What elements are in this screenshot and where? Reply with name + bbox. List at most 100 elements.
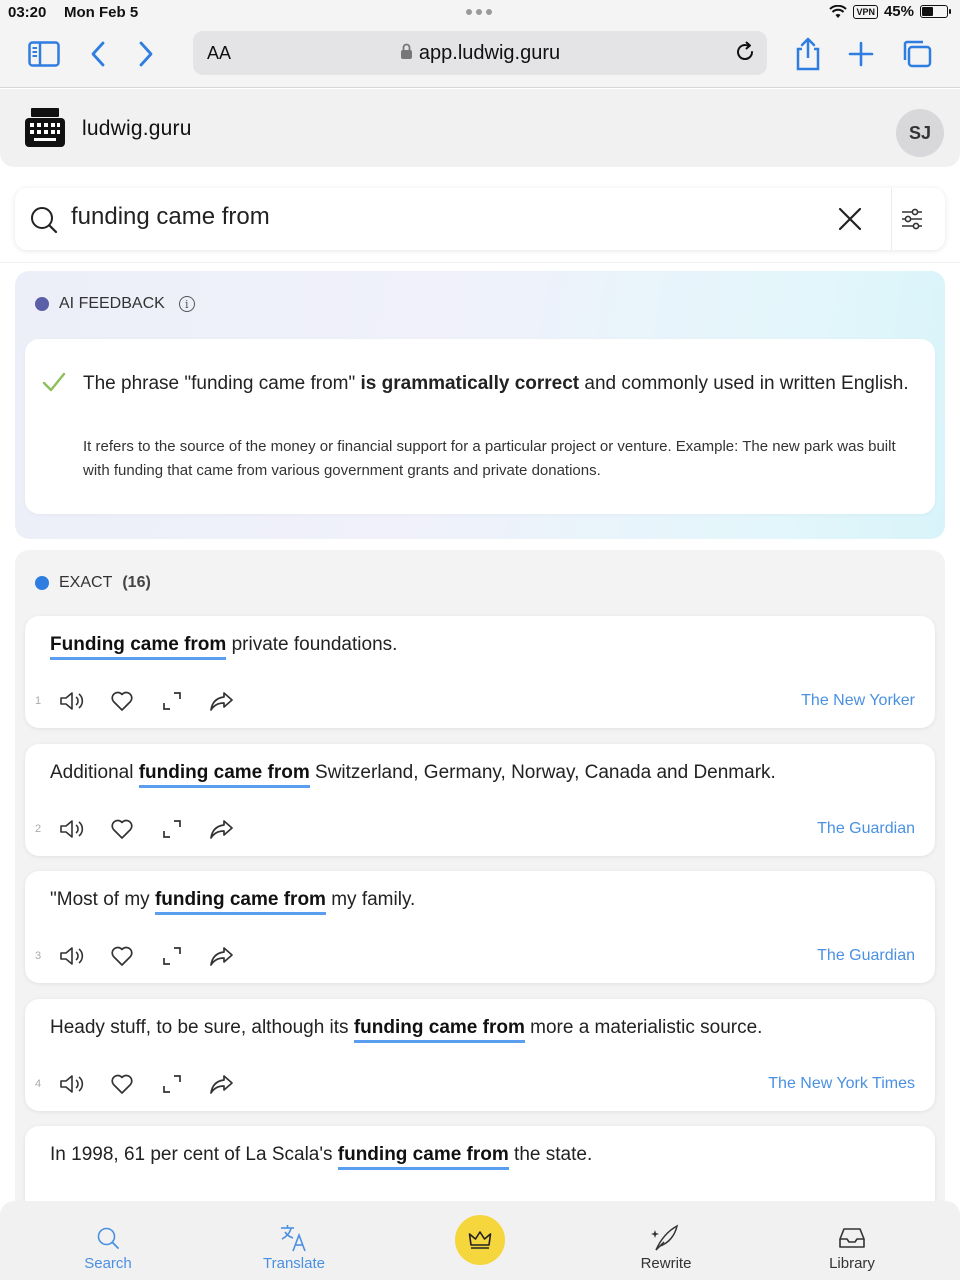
new-tab-icon[interactable] <box>841 36 881 72</box>
filter-sliders-icon[interactable] <box>899 206 925 237</box>
typewriter-logo-icon[interactable] <box>24 107 66 154</box>
multitasking-dots-icon[interactable] <box>466 9 492 15</box>
share-arrow-icon[interactable] <box>209 816 235 842</box>
sentence-match: funding came from <box>138 762 310 788</box>
share-icon[interactable] <box>788 36 828 72</box>
speaker-icon[interactable] <box>59 943 85 969</box>
ai-feedback-dot <box>35 297 49 311</box>
bottom-tab-bar: Search Translate Rewrite Library <box>0 1201 960 1280</box>
exact-dot <box>35 576 49 590</box>
brand-name[interactable]: ludwig.guru <box>82 117 192 141</box>
tab-translate[interactable]: Translate <box>234 1201 354 1280</box>
tab-search-label: Search <box>84 1255 132 1272</box>
tab-library[interactable]: Library <box>792 1201 912 1280</box>
sentence-after: private foundations. <box>226 634 398 655</box>
premium-crown-button[interactable] <box>455 1215 505 1265</box>
exact-title: EXACT <box>59 574 113 591</box>
divider-line <box>0 262 960 263</box>
checkmark-icon <box>41 371 67 398</box>
tab-search[interactable]: Search <box>48 1201 168 1280</box>
sentence-match: funding came from <box>337 1144 509 1170</box>
vpn-badge: VPN <box>853 4 878 19</box>
speaker-icon[interactable] <box>59 816 85 842</box>
search-divider <box>891 188 892 250</box>
crown-icon <box>468 1231 492 1249</box>
address-url[interactable]: app.ludwig.guru <box>193 42 767 65</box>
result-card[interactable]: Heady stuff, to be sure, although its fu… <box>25 999 935 1111</box>
result-card[interactable]: Additional funding came from Switzerland… <box>25 744 935 856</box>
status-bar: 03:20 Mon Feb 5 VPN 45% <box>0 0 960 26</box>
tab-rewrite[interactable]: Rewrite <box>606 1201 726 1280</box>
inbox-tray-icon <box>792 1221 912 1255</box>
result-card[interactable]: Funding came from private foundations. 1 T… <box>25 616 935 728</box>
sidebar-toggle-icon[interactable] <box>24 36 64 72</box>
result-number: 3 <box>35 950 42 962</box>
result-source-link[interactable]: The Guardian <box>817 820 915 838</box>
verdict-text-after: and commonly used in written English. <box>579 373 909 394</box>
status-right: VPN 45% <box>829 3 951 20</box>
sentence-before: In 1998, 61 per cent of La Scala's <box>50 1144 338 1165</box>
address-bar[interactable]: AA app.ludwig.guru <box>193 31 767 75</box>
app-header: ludwig.guru SJ <box>0 89 960 167</box>
share-arrow-icon[interactable] <box>209 943 235 969</box>
result-sentence: In 1998, 61 per cent of La Scala's fundi… <box>50 1144 593 1170</box>
search-bar: funding came from <box>15 188 945 250</box>
tab-translate-label: Translate <box>263 1255 325 1272</box>
expand-icon[interactable] <box>159 943 185 969</box>
heart-icon[interactable] <box>109 688 135 714</box>
ai-feedback-panel: AI FEEDBACK i The phrase "funding came f… <box>15 271 945 539</box>
verdict-text-before: The phrase "funding came from" <box>83 373 361 394</box>
sentence-after: the state. <box>508 1144 593 1165</box>
result-sentence: Additional funding came from Switzerland… <box>50 762 776 788</box>
speaker-icon[interactable] <box>59 1071 85 1097</box>
clear-search-icon[interactable] <box>837 206 863 237</box>
sentence-after: my family. <box>325 889 416 910</box>
result-number: 1 <box>35 695 42 707</box>
avatar[interactable]: SJ <box>896 109 944 157</box>
result-actions <box>59 688 235 714</box>
share-arrow-icon[interactable] <box>209 1071 235 1097</box>
result-number: 4 <box>35 1078 42 1090</box>
heart-icon[interactable] <box>109 1071 135 1097</box>
share-arrow-icon[interactable] <box>209 688 235 714</box>
ai-feedback-card: The phrase "funding came from" is gramma… <box>25 339 935 514</box>
verdict-text-bold: is grammatically correct <box>360 373 580 394</box>
reload-icon[interactable] <box>733 40 757 69</box>
result-actions <box>59 943 235 969</box>
exact-count: (16) <box>122 574 151 591</box>
translate-icon <box>234 1221 354 1255</box>
result-card[interactable]: "Most of my funding came from my family.… <box>25 871 935 983</box>
result-sentence: Funding came from private foundations. <box>50 634 398 660</box>
sentence-after: Switzerland, Germany, Norway, Canada and… <box>309 762 776 783</box>
tab-rewrite-label: Rewrite <box>640 1255 692 1272</box>
speaker-icon[interactable] <box>59 688 85 714</box>
ai-feedback-verdict: The phrase "funding came from" is gramma… <box>83 369 913 398</box>
exact-header: EXACT (16) <box>35 574 151 592</box>
quill-icon <box>606 1221 726 1255</box>
lock-icon <box>400 43 412 59</box>
result-source-link[interactable]: The Guardian <box>817 947 915 965</box>
ai-feedback-title: AI FEEDBACK <box>59 295 165 312</box>
expand-icon[interactable] <box>159 816 185 842</box>
tabs-overview-icon[interactable] <box>897 36 937 72</box>
back-icon[interactable] <box>78 36 118 72</box>
result-actions <box>59 816 235 842</box>
status-time: 03:20 <box>8 4 47 21</box>
forward-icon[interactable] <box>126 36 166 72</box>
ai-feedback-header: AI FEEDBACK i <box>35 295 195 313</box>
search-input[interactable]: funding came from <box>71 203 270 231</box>
tab-library-label: Library <box>829 1255 875 1272</box>
expand-icon[interactable] <box>159 688 185 714</box>
battery-percent: 45% <box>883 3 914 20</box>
sentence-before: Heady stuff, to be sure, although its <box>50 1017 354 1038</box>
status-date: Mon Feb 5 <box>64 4 139 21</box>
ai-feedback-explanation: It refers to the source of the money or … <box>83 438 896 479</box>
info-icon[interactable]: i <box>178 296 195 312</box>
result-source-link[interactable]: The New Yorker <box>801 692 915 710</box>
result-sentence: Heady stuff, to be sure, although its fu… <box>50 1017 762 1043</box>
heart-icon[interactable] <box>109 816 135 842</box>
heart-icon[interactable] <box>109 943 135 969</box>
expand-icon[interactable] <box>159 1071 185 1097</box>
result-source-link[interactable]: The New York Times <box>768 1075 915 1093</box>
wifi-icon <box>829 4 848 18</box>
